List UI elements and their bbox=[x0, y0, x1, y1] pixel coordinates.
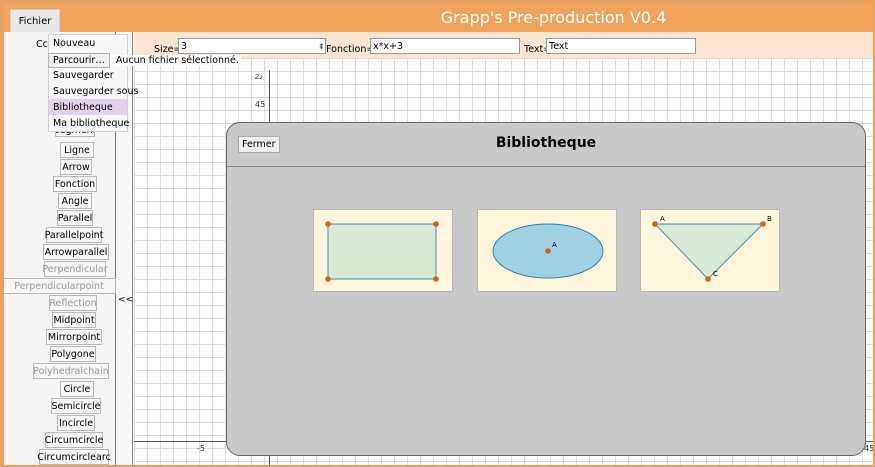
app-window: Grapp's Pre-production V0.4 Fichier Cc S… bbox=[4, 4, 873, 465]
x-tick-left: -5 bbox=[197, 444, 205, 453]
tool-circle[interactable]: Circle bbox=[60, 381, 94, 397]
tool-perpendicular[interactable]: Perpendicular bbox=[42, 261, 108, 277]
tool-incircle[interactable]: Incircle bbox=[57, 415, 95, 431]
collapse-panel-button[interactable]: << bbox=[118, 295, 133, 305]
y-tick-label: 45 bbox=[255, 100, 266, 109]
tool-polygone[interactable]: Polygone bbox=[50, 346, 96, 362]
library-item-ellipse[interactable]: A bbox=[477, 209, 617, 292]
library-modal: Fermer Bibliotheque A A B C bbox=[226, 122, 866, 456]
tool-parallel[interactable]: Parallel bbox=[57, 210, 93, 226]
tool-circumcircle[interactable]: Circumcircle bbox=[45, 432, 103, 448]
menu-item-nouveau[interactable]: Nouveau bbox=[49, 35, 127, 51]
library-item-rectangle[interactable] bbox=[313, 209, 453, 292]
fonction-label: Fonction= bbox=[326, 44, 375, 55]
tool-circumcirclearc[interactable]: Circumcirclearc bbox=[37, 449, 111, 465]
tool-arrow[interactable]: Arrow bbox=[60, 159, 92, 175]
tool-arrowparallel[interactable]: Arrowparallel bbox=[43, 244, 109, 260]
y-axis-label: z₂ bbox=[255, 72, 263, 81]
library-item-triangle[interactable]: A B C bbox=[640, 209, 780, 292]
rectangle-shape-icon bbox=[325, 221, 439, 282]
library-title: Bibliotheque bbox=[495, 135, 597, 151]
size-spinner-icon[interactable]: ⬍ bbox=[318, 42, 325, 51]
fichier-menu-button[interactable]: Fichier bbox=[10, 9, 60, 33]
fonction-input[interactable] bbox=[370, 38, 520, 54]
tool-perpendicularpoint[interactable]: Perpendicularpoint bbox=[4, 278, 116, 294]
browse-button[interactable]: Parcourir… bbox=[48, 52, 110, 68]
menu-item-sauvegarder[interactable]: Sauvegarder bbox=[49, 67, 127, 83]
property-bar: Size= ⬍ Fonction= Text= bbox=[134, 32, 873, 58]
triangle-shape-icon: A B C bbox=[652, 215, 772, 282]
file-picker: Parcourir… Aucun fichier sélectionné. bbox=[48, 52, 241, 68]
vertex-label-b: B bbox=[767, 215, 772, 223]
ellipse-shape-icon: A bbox=[492, 223, 604, 279]
app-title: Grapp's Pre-production V0.4 bbox=[440, 8, 667, 27]
text-input[interactable] bbox=[546, 38, 696, 54]
title-bar: Grapp's Pre-production V0.4 bbox=[4, 4, 873, 32]
menu-item-bibliotheque[interactable]: Bibliotheque bbox=[49, 99, 127, 115]
tool-mirrorpoint[interactable]: Mirrorpoint bbox=[46, 329, 102, 345]
library-header: Fermer Bibliotheque bbox=[227, 123, 865, 167]
vertex-label-c: C bbox=[713, 270, 718, 278]
vertex-label-a: A bbox=[660, 215, 665, 223]
tool-fonction[interactable]: Fonction bbox=[53, 176, 97, 192]
tool-ligne[interactable]: Ligne bbox=[60, 142, 94, 158]
tool-midpoint[interactable]: Midpoint bbox=[52, 312, 96, 328]
ellipse-point-label: A bbox=[552, 241, 557, 249]
menu-item-sauvegarder-sous[interactable]: Sauvegarder sous bbox=[49, 83, 138, 99]
file-menu: Nouveau Sauvegarder Sauvegarder sous Bib… bbox=[48, 34, 138, 132]
menu-item-ma-bibliotheque[interactable]: Ma bibliotheque bbox=[49, 115, 129, 131]
tool-polyhedralchain[interactable]: Polyhedralchain bbox=[33, 363, 109, 379]
no-file-text: Aucun fichier sélectionné. bbox=[113, 54, 241, 66]
tool-parallelpoint[interactable]: Parallelpoint bbox=[45, 227, 103, 243]
tool-angle[interactable]: Angle bbox=[58, 193, 92, 209]
tool-semicircle[interactable]: Semicircle bbox=[51, 398, 101, 414]
tool-reflection[interactable]: Reflection bbox=[49, 295, 97, 311]
